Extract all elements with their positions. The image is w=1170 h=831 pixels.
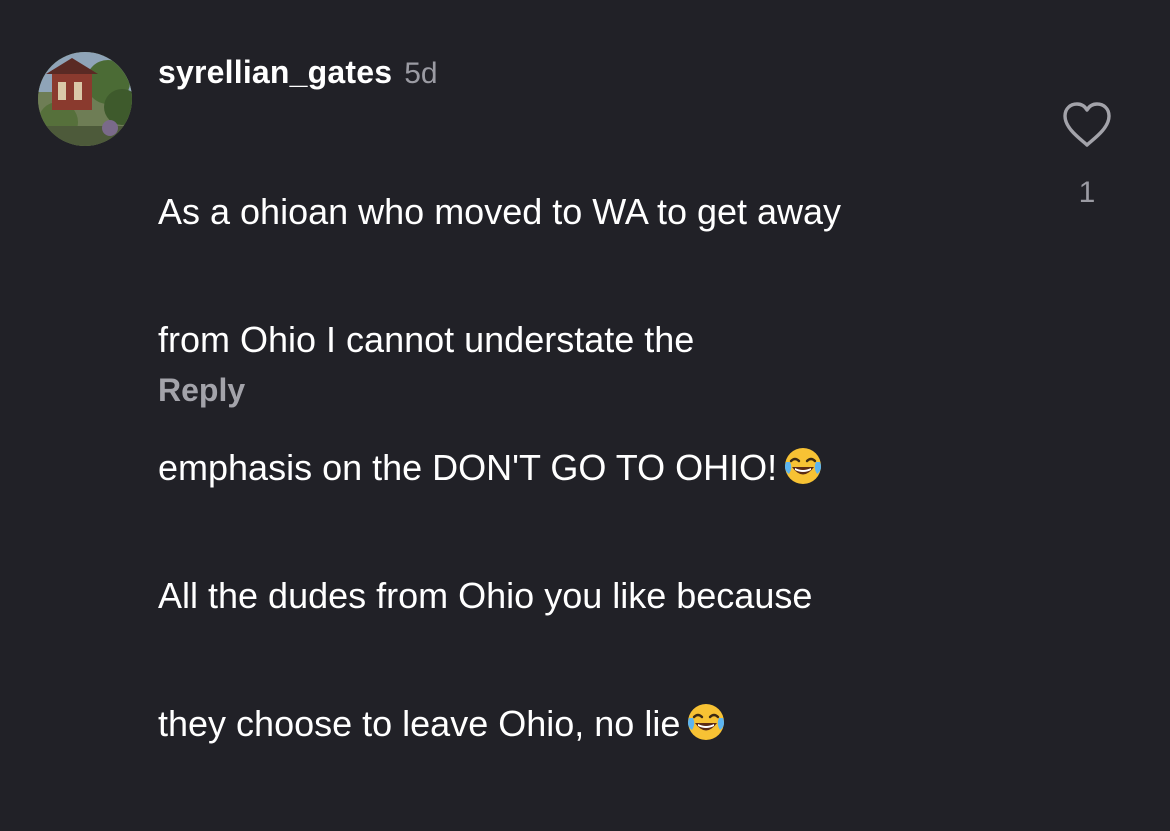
username[interactable]: syrellian_gates	[158, 54, 392, 91]
face-with-tears-of-joy-icon	[686, 702, 726, 742]
heart-outline-icon	[1060, 102, 1114, 154]
face-with-tears-of-joy-icon	[783, 446, 823, 486]
comment-line-text: As a ohioan who moved to WA to get away	[158, 191, 842, 232]
comment-content: syrellian_gates 5d As a ohioan who moved…	[158, 54, 1038, 831]
comment-line: they choose to leave Ohio, no lie	[158, 702, 1038, 746]
comment-line: As a ohioan who moved to WA to get away	[158, 191, 1038, 234]
comment-header: syrellian_gates 5d	[158, 54, 1038, 96]
reply-button[interactable]: Reply	[158, 372, 245, 409]
comment-line: emphasis on the DON'T GO TO OHIO!	[158, 446, 1038, 490]
timestamp: 5d	[404, 57, 438, 90]
comment-line: from Ohio I cannot understate the	[158, 319, 1038, 362]
comment-line-text: emphasis on the DON'T GO TO OHIO!	[158, 447, 778, 488]
comment-line: All the dudes from Ohio you like because	[158, 575, 1038, 618]
comment-line-text: All the dudes from Ohio you like because	[158, 574, 813, 616]
avatar[interactable]	[38, 52, 132, 146]
comment: syrellian_gates 5d As a ohioan who moved…	[0, 0, 1170, 744]
like-button[interactable]	[1060, 100, 1114, 150]
comment-line-text: they choose to leave Ohio, no lie	[158, 703, 681, 744]
comment-text: As a ohioan who moved to WA to get away …	[158, 106, 1038, 831]
comment-line-text: from Ohio I cannot understate the	[158, 318, 695, 360]
like-count: 1	[1078, 176, 1096, 209]
